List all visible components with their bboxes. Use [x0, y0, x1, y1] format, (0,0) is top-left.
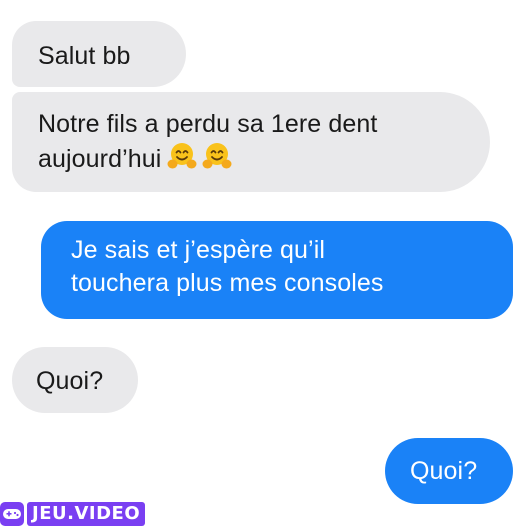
hugging-face-emoji-icon	[167, 143, 197, 169]
watermark-logo: JEU.VIDEO	[0, 502, 146, 526]
message-text: Quoi?	[410, 457, 478, 485]
message-bubble-incoming[interactable]: Notre fils a perdu sa 1ere dent aujourd’…	[12, 92, 490, 192]
message-bubble-outgoing[interactable]: Quoi?	[385, 438, 513, 504]
watermark-text: JEU.VIDEO	[27, 502, 146, 526]
message-bubble-outgoing[interactable]: Je sais et j’espère qu’il touchera plus …	[41, 221, 513, 319]
message-text: Notre fils a perdu sa 1ere dent	[38, 110, 378, 138]
message-bubble-incoming[interactable]: Quoi?	[12, 347, 138, 413]
message-text-line2: aujourd’hui	[38, 141, 490, 180]
message-text: Je sais et j’espère qu’il	[71, 236, 326, 264]
message-text: touchera plus mes consoles	[71, 269, 384, 297]
message-text: Salut bb	[38, 42, 131, 70]
message-bubble-incoming[interactable]: Salut bb	[12, 21, 186, 87]
message-text: aujourd’hui	[38, 145, 162, 173]
hugging-face-emoji-icon	[202, 143, 232, 169]
emoji-group	[167, 141, 237, 180]
message-text: Quoi?	[36, 367, 104, 395]
gamepad-icon	[0, 502, 24, 526]
